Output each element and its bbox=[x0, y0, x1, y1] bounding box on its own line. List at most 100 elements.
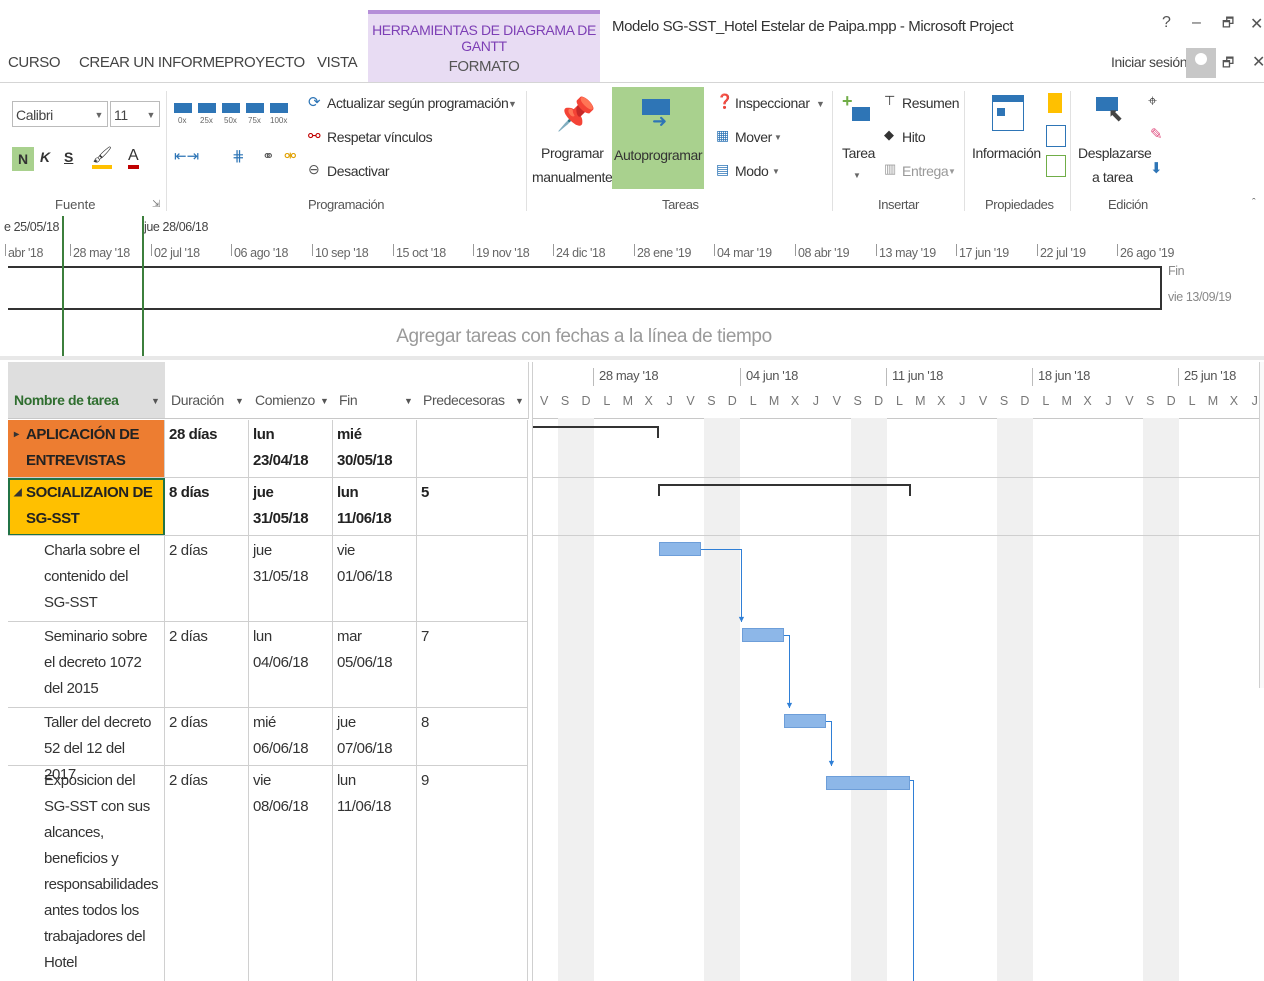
percent-50-icon[interactable] bbox=[222, 103, 240, 113]
percent-75-icon[interactable] bbox=[246, 103, 264, 113]
link-tasks-icon[interactable]: ⚭ bbox=[262, 147, 275, 165]
minimize-button[interactable]: – bbox=[1192, 14, 1201, 32]
percent-0-icon[interactable] bbox=[174, 103, 192, 113]
percent-25-icon[interactable] bbox=[198, 103, 216, 113]
respect-links-button[interactable]: Respetar vínculos bbox=[327, 129, 433, 145]
font-size-select[interactable]: 11 ▼ bbox=[110, 101, 160, 127]
italic-button[interactable]: K bbox=[40, 149, 50, 165]
vertical-scrollbar[interactable] bbox=[1259, 362, 1264, 688]
start-cell[interactable]: jue 31/05/18 bbox=[249, 536, 333, 622]
chevron-down-icon[interactable]: ▼ bbox=[404, 396, 413, 406]
task-name-cell[interactable]: ◢ SOCIALIZAION DE SG-SST bbox=[8, 478, 165, 536]
duration-cell[interactable]: 2 días bbox=[165, 766, 249, 981]
gantt-tools-context-tab[interactable]: HERRAMIENTAS DE DIAGRAMA DE GANTT FORMAT… bbox=[368, 10, 600, 88]
timeline-panel[interactable]: e 25/05/18 jue 28/06/18 Fin vie 13/09/19… bbox=[0, 216, 1264, 356]
dialog-launcher-icon[interactable]: ⇲ bbox=[152, 199, 160, 210]
chevron-down-icon[interactable]: ▼ bbox=[235, 396, 244, 406]
start-cell[interactable]: lun 04/06/18 bbox=[249, 622, 333, 708]
ribbon-display-options-icon[interactable]: 🗗 bbox=[1222, 54, 1234, 76]
expand-arrow-icon[interactable]: ▸ bbox=[14, 422, 19, 448]
mode-button[interactable]: Modo bbox=[735, 163, 769, 179]
tab-formato[interactable]: FORMATO bbox=[368, 58, 600, 75]
deactivate-button[interactable]: Desactivar bbox=[327, 163, 390, 179]
restore-button[interactable]: 🗗 bbox=[1222, 14, 1234, 36]
inspect-button[interactable]: Inspeccionar bbox=[735, 95, 810, 111]
task-name-cell[interactable]: Seminario sobre el decreto 1072 del 2015 bbox=[8, 622, 165, 708]
summary-bar-socializacion[interactable] bbox=[658, 484, 911, 496]
finish-cell[interactable]: vie 01/06/18 bbox=[333, 536, 417, 622]
table-row[interactable]: Charla sobre el contenido del SG-SST 2 dí… bbox=[8, 536, 528, 622]
finish-cell[interactable]: mar 05/06/18 bbox=[333, 622, 417, 708]
underline-button[interactable]: S bbox=[64, 149, 73, 165]
close-button[interactable]: ✕ bbox=[1250, 14, 1263, 34]
column-header-duration[interactable]: Duración ▼ bbox=[165, 362, 250, 419]
split-icon[interactable]: ⋕ bbox=[232, 147, 245, 165]
details-icon[interactable] bbox=[1046, 125, 1066, 147]
predecessors-cell[interactable]: 5 bbox=[417, 478, 528, 536]
task-bar[interactable] bbox=[742, 628, 784, 642]
duration-cell[interactable]: 28 días bbox=[165, 420, 249, 478]
timeline-start-marker[interactable] bbox=[62, 216, 64, 356]
chevron-down-icon[interactable]: ▼ bbox=[853, 171, 861, 180]
indent-icons[interactable]: ⇤⇥ bbox=[174, 147, 199, 165]
fill-down-icon[interactable]: ⬇ bbox=[1150, 159, 1163, 177]
scroll-to-task-button[interactable]: Desplazarse bbox=[1078, 145, 1152, 161]
task-bar[interactable] bbox=[826, 776, 910, 790]
table-row[interactable]: Taller del decreto 52 del 12 del 2017 2 d… bbox=[8, 708, 528, 783]
tab-proyecto[interactable]: PROYECTO bbox=[224, 54, 305, 71]
predecessors-cell[interactable] bbox=[417, 420, 528, 478]
insert-deliverable-button[interactable]: Entrega bbox=[902, 163, 949, 179]
table-row[interactable]: Seminario sobre el decreto 1072 del 2015… bbox=[8, 622, 528, 708]
duration-cell[interactable]: 2 días bbox=[165, 708, 249, 766]
chevron-down-icon[interactable]: ▼ bbox=[508, 99, 517, 109]
start-cell[interactable]: jue 31/05/18 bbox=[249, 478, 333, 536]
start-cell[interactable]: vie 08/06/18 bbox=[249, 766, 333, 981]
timeline-bar[interactable]: Agregar tareas con fechas a la línea de … bbox=[8, 266, 1162, 347]
chevron-down-icon[interactable]: ▼ bbox=[816, 99, 825, 109]
column-header-start[interactable]: Comienzo ▼ bbox=[249, 362, 334, 419]
sign-in-link[interactable]: Iniciar sesión bbox=[1111, 54, 1188, 70]
predecessors-cell[interactable]: 7 bbox=[417, 622, 528, 708]
insert-summary-button[interactable]: Resumen bbox=[902, 95, 960, 111]
gantt-chart[interactable]: 28 may '18 04 jun '18 11 jun '18 18 jun '18… bbox=[532, 362, 1264, 981]
table-row[interactable]: ▸ APLICACIÓN DE ENTREVISTAS 28 días lun 23/… bbox=[8, 420, 528, 478]
task-bar[interactable] bbox=[659, 542, 701, 556]
chevron-down-icon[interactable]: ▼ bbox=[320, 396, 329, 406]
duration-cell[interactable]: 2 días bbox=[165, 622, 249, 708]
column-header-task-name[interactable]: Nombre de tarea ▼ bbox=[8, 362, 166, 419]
predecessors-cell[interactable]: 8 bbox=[417, 708, 528, 766]
predecessors-cell[interactable] bbox=[417, 536, 528, 622]
duration-cell[interactable]: 8 días bbox=[165, 478, 249, 536]
unlink-tasks-icon[interactable]: ⚮ bbox=[284, 147, 297, 165]
task-name-cell[interactable]: Taller del decreto 52 del 12 del 2017 bbox=[8, 708, 165, 783]
pane-splitter[interactable] bbox=[0, 356, 1264, 360]
add-to-timeline-icon[interactable] bbox=[1046, 155, 1066, 177]
secondary-close-icon[interactable]: ✕ bbox=[1252, 52, 1264, 72]
binoculars-icon[interactable]: ⌖ bbox=[1148, 93, 1157, 111]
column-header-finish[interactable]: Fin ▼ bbox=[333, 362, 418, 419]
table-row[interactable]: Exposicion del SG-SST con sus alcances, … bbox=[8, 766, 528, 981]
timeline-current-marker[interactable] bbox=[142, 216, 144, 356]
font-name-select[interactable]: Calibri ▼ bbox=[12, 101, 108, 127]
insert-milestone-button[interactable]: Hito bbox=[902, 129, 926, 145]
notes-icon[interactable] bbox=[1048, 93, 1062, 113]
finish-cell[interactable]: mié 30/05/18 bbox=[333, 420, 417, 478]
bold-button[interactable]: N bbox=[12, 147, 34, 171]
tab-vista[interactable]: VISTA bbox=[317, 54, 358, 71]
column-header-predecessors[interactable]: Predecesoras ▼ bbox=[417, 362, 529, 419]
summary-bar-aplicacion[interactable] bbox=[533, 426, 659, 438]
chevron-down-icon[interactable]: ▼ bbox=[774, 133, 782, 142]
collapse-arrow-icon[interactable]: ◢ bbox=[14, 480, 22, 506]
information-button[interactable]: Información bbox=[972, 145, 1041, 161]
task-name-cell[interactable]: Exposicion del SG-SST con sus alcances, … bbox=[8, 766, 165, 981]
update-schedule-button[interactable]: Actualizar según programación bbox=[327, 95, 509, 111]
start-cell[interactable]: mié 06/06/18 bbox=[249, 708, 333, 766]
duration-cell[interactable]: 2 días bbox=[165, 536, 249, 622]
tab-curso[interactable]: CURSO bbox=[8, 54, 61, 71]
tab-crear-informe[interactable]: CREAR UN INFORME bbox=[79, 54, 225, 71]
manual-schedule-button[interactable]: Programar bbox=[541, 145, 604, 161]
collapse-ribbon-icon[interactable]: ˆ bbox=[1252, 197, 1256, 209]
help-button[interactable]: ? bbox=[1162, 14, 1171, 32]
task-name-cell[interactable]: Charla sobre el contenido del SG-SST bbox=[8, 536, 165, 622]
insert-task-button[interactable]: Tarea bbox=[842, 145, 875, 161]
